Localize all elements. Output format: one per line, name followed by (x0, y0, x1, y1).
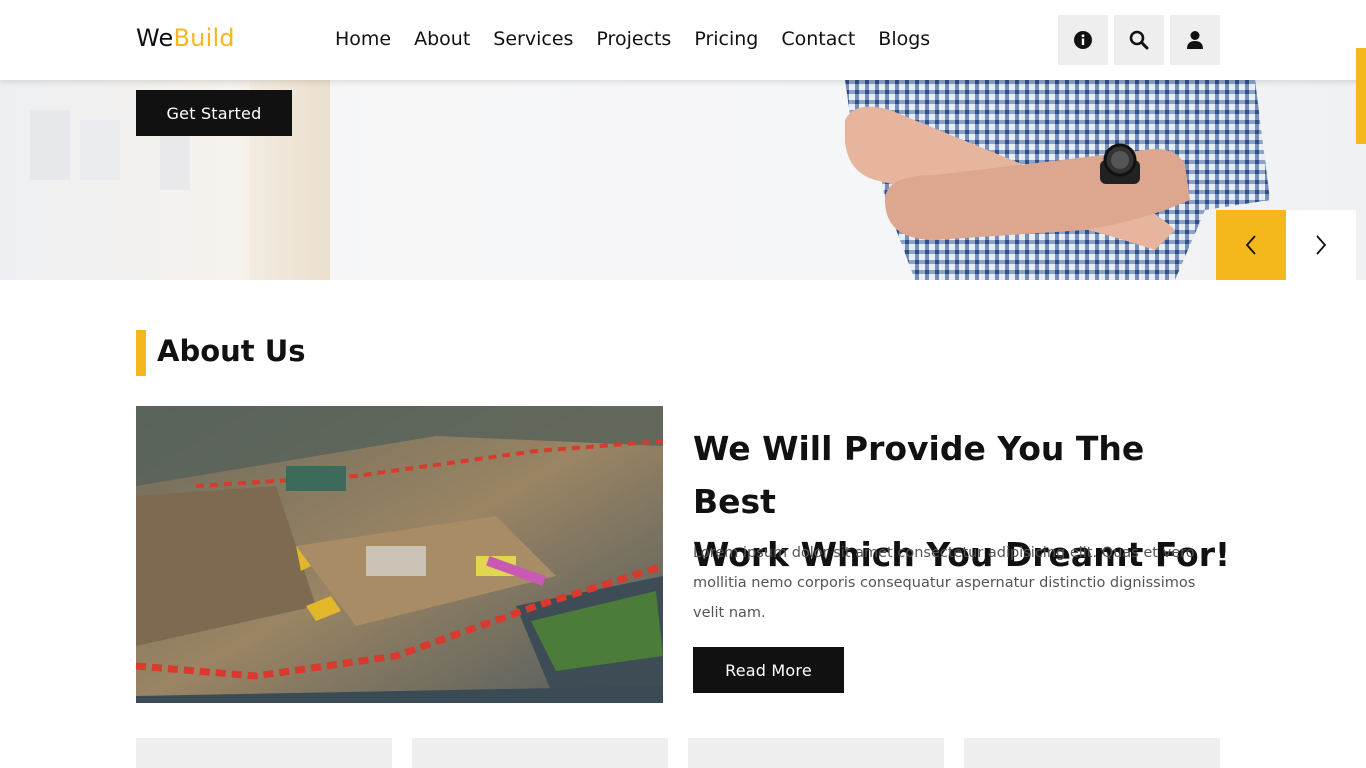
construction-site-image (136, 406, 663, 703)
chevron-left-icon (1245, 235, 1256, 255)
search-button[interactable] (1114, 15, 1164, 65)
nav-projects[interactable]: Projects (596, 28, 671, 50)
nav-about[interactable]: About (414, 28, 470, 50)
chevron-right-icon (1316, 235, 1327, 255)
logo[interactable]: WeBuild (136, 24, 235, 52)
service-card[interactable] (964, 738, 1220, 768)
logo-build: Build (173, 24, 235, 52)
service-card[interactable] (412, 738, 668, 768)
hero-banner: Get Started (0, 80, 1366, 280)
hero-background-window (80, 120, 120, 180)
hero-background-window (30, 110, 70, 180)
nav-pricing[interactable]: Pricing (694, 28, 758, 50)
nav-contact[interactable]: Contact (781, 28, 855, 50)
nav-services[interactable]: Services (493, 28, 573, 50)
scroll-indicator[interactable] (1356, 48, 1366, 144)
nav-home[interactable]: Home (335, 28, 391, 50)
service-card[interactable] (688, 738, 944, 768)
about-description: Lorem ipsum dolor sit amet consectetur a… (693, 545, 1196, 621)
service-card[interactable] (136, 738, 392, 768)
info-button[interactable] (1058, 15, 1108, 65)
get-started-button[interactable]: Get Started (136, 90, 292, 136)
user-icon (1187, 31, 1203, 49)
hero-person-image (845, 80, 1270, 280)
user-button[interactable] (1170, 15, 1220, 65)
nav-blogs[interactable]: Blogs (878, 28, 930, 50)
info-icon (1074, 31, 1092, 49)
section-title: About Us (157, 334, 306, 368)
section-accent-bar (136, 330, 146, 376)
slider-next-button[interactable] (1286, 210, 1356, 280)
search-icon (1129, 30, 1149, 50)
slider-prev-button[interactable] (1216, 210, 1286, 280)
read-more-button[interactable]: Read More (693, 647, 844, 693)
site-header: WeBuild Home About Services Projects Pri… (0, 0, 1366, 80)
about-heading-line-1: We Will Provide You The Best (693, 429, 1145, 521)
logo-we: We (136, 24, 174, 52)
main-nav: Home About Services Projects Pricing Con… (335, 28, 930, 50)
